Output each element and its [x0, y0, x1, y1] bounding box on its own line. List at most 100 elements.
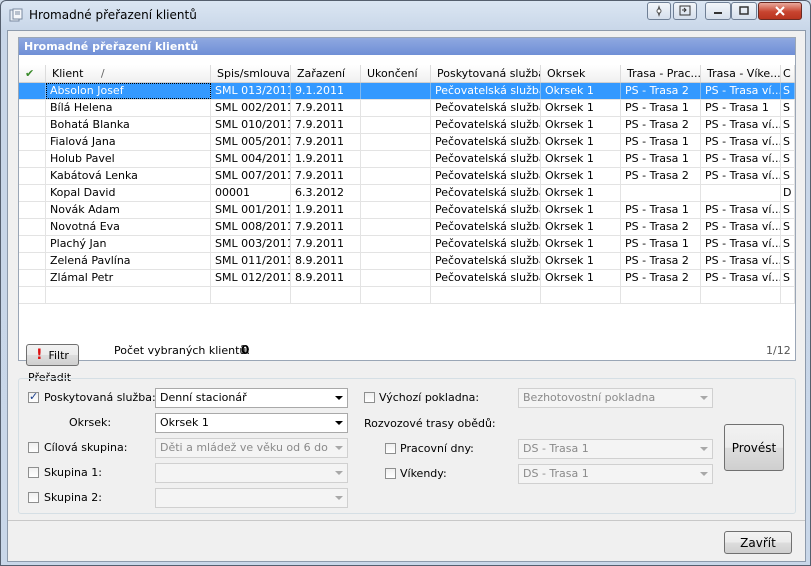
cell-spis[interactable]: SML 004/2011 — [211, 151, 291, 167]
cell-klient[interactable]: Bílá Helena — [46, 100, 211, 116]
cell-c[interactable]: S — [781, 83, 795, 99]
table-row[interactable]: Novotná Eva SML 008/2011 7.9.2011 Pečovatel… — [19, 219, 795, 236]
cell-trasa-prac[interactable]: PS - Trasa 2 — [621, 168, 701, 184]
cell-trasa-vikend[interactable]: PS - Trasa ví... — [701, 151, 781, 167]
cell-c[interactable]: S — [781, 236, 795, 252]
cell-spis[interactable]: SML 012/2011 — [211, 270, 291, 286]
cell-ukonceni[interactable] — [361, 100, 431, 116]
cell-ukonceni[interactable] — [361, 151, 431, 167]
workdays-select[interactable]: DS - Trasa 1 — [518, 439, 713, 459]
cell-okrsek[interactable]: Okrsek 1 — [541, 134, 621, 150]
cell-c[interactable]: S — [781, 270, 795, 286]
cashbox-checkbox[interactable] — [364, 392, 375, 403]
row-select-cell[interactable] — [19, 117, 46, 133]
row-select-cell[interactable] — [19, 100, 46, 116]
cell-okrsek[interactable]: Okrsek 1 — [541, 253, 621, 269]
cell-okrsek[interactable]: Okrsek 1 — [541, 202, 621, 218]
clients-grid[interactable]: ✔ Klient / Spis/smlouva Zařazení Ukončen… — [19, 65, 795, 333]
cell-zarazeni[interactable]: 8.9.2011 — [291, 270, 361, 286]
cell-okrsek[interactable]: Okrsek 1 — [541, 219, 621, 235]
table-row[interactable]: Holub Pavel SML 004/2011 1.9.2011 Pečovatel… — [19, 151, 795, 168]
weekends-checkbox[interactable] — [385, 468, 396, 479]
column-header-trasa-vikend[interactable]: Trasa - Víke... — [701, 65, 781, 82]
table-row[interactable]: Bílá Helena SML 002/2011 7.9.2011 Pečovatel… — [19, 100, 795, 117]
cell-c[interactable]: D — [781, 185, 795, 201]
cell-trasa-prac[interactable] — [621, 287, 701, 303]
district-select[interactable]: Okrsek 1 — [155, 413, 348, 433]
cell-sluzba[interactable]: Pečovatelská služba — [431, 151, 541, 167]
cell-trasa-vikend[interactable]: PS - Trasa 1 — [701, 100, 781, 116]
cell-spis[interactable]: SML 013/2011 — [211, 83, 291, 99]
row-select-cell[interactable] — [19, 185, 46, 201]
cell-trasa-prac[interactable]: PS - Trasa 1 — [621, 151, 701, 167]
column-header-sluzba[interactable]: Poskytovaná služba — [431, 65, 541, 82]
cell-spis[interactable]: SML 007/2011 — [211, 168, 291, 184]
group2-checkbox[interactable] — [28, 492, 39, 503]
cell-okrsek[interactable]: Okrsek 1 — [541, 83, 621, 99]
row-select-cell[interactable] — [19, 83, 46, 99]
cell-spis[interactable]: SML 001/2011 — [211, 202, 291, 218]
cell-trasa-vikend[interactable]: PS - Trasa ví... — [701, 202, 781, 218]
cell-ukonceni[interactable] — [361, 236, 431, 252]
column-header-klient[interactable]: Klient / — [46, 65, 211, 82]
row-select-cell[interactable] — [19, 253, 46, 269]
cell-klient[interactable]: Bohatá Blanka — [46, 117, 211, 133]
title-bar[interactable]: Hromadné přeřazení klientů — [1, 1, 810, 29]
table-row[interactable]: Kopal David 00001 6.3.2012 Pečovatelská slu… — [19, 185, 795, 202]
cell-zarazeni[interactable]: 1.9.2011 — [291, 202, 361, 218]
cell-ukonceni[interactable] — [361, 202, 431, 218]
cell-trasa-prac[interactable]: PS - Trasa 2 — [621, 117, 701, 133]
cell-c[interactable]: S — [781, 134, 795, 150]
cell-sluzba[interactable]: Pečovatelská služba — [431, 219, 541, 235]
cell-c[interactable]: S — [781, 151, 795, 167]
service-checkbox[interactable]: ✓ — [28, 390, 39, 403]
cell-okrsek[interactable] — [541, 287, 621, 303]
cell-zarazeni[interactable]: 7.9.2011 — [291, 100, 361, 116]
cell-c[interactable]: S — [781, 219, 795, 235]
row-select-cell[interactable] — [19, 287, 46, 303]
cell-ukonceni[interactable] — [361, 287, 431, 303]
cell-okrsek[interactable]: Okrsek 1 — [541, 236, 621, 252]
cell-zarazeni[interactable]: 6.3.2012 — [291, 185, 361, 201]
cell-okrsek[interactable]: Okrsek 1 — [541, 117, 621, 133]
group2-select[interactable] — [155, 488, 348, 508]
column-header-trasa-prac[interactable]: Trasa - Prac... — [621, 65, 701, 82]
cell-trasa-vikend[interactable]: PS - Trasa ví... — [701, 253, 781, 269]
target-group-select[interactable]: Děti a mládež ve věku od 6 do 26 le — [155, 438, 348, 458]
cell-sluzba[interactable]: Pečovatelská služba — [431, 236, 541, 252]
cell-trasa-prac[interactable]: PS - Trasa 1 — [621, 134, 701, 150]
row-select-cell[interactable] — [19, 202, 46, 218]
cell-klient[interactable]: Zlámal Petr — [46, 270, 211, 286]
cell-sluzba[interactable]: Pečovatelská služba — [431, 83, 541, 99]
column-header-ukonceni[interactable]: Ukončení — [361, 65, 431, 82]
cell-spis[interactable]: SML 002/2011 — [211, 100, 291, 116]
cell-c[interactable]: S — [781, 253, 795, 269]
cell-trasa-vikend[interactable]: PS - Trasa ví... — [701, 134, 781, 150]
column-header-spis[interactable]: Spis/smlouva — [211, 65, 291, 82]
workdays-checkbox[interactable] — [385, 443, 396, 454]
table-row[interactable]: Zelená Pavlína SML 011/2011 8.9.2011 Pečova… — [19, 253, 795, 270]
cell-sluzba[interactable]: Pečovatelská služba — [431, 100, 541, 116]
cell-sluzba[interactable]: Pečovatelská služba — [431, 168, 541, 184]
row-select-cell[interactable] — [19, 270, 46, 286]
cell-spis[interactable]: 00001 — [211, 185, 291, 201]
cell-trasa-prac[interactable]: PS - Trasa 2 — [621, 83, 701, 99]
cell-trasa-vikend[interactable]: PS - Trasa ví... — [701, 270, 781, 286]
cell-c[interactable]: S — [781, 117, 795, 133]
row-select-cell[interactable] — [19, 236, 46, 252]
cell-zarazeni[interactable]: 8.9.2011 — [291, 253, 361, 269]
cell-trasa-prac[interactable]: PS - Trasa 2 — [621, 253, 701, 269]
column-header-c[interactable]: C — [781, 65, 795, 82]
cell-ukonceni[interactable] — [361, 168, 431, 184]
table-row[interactable]: Kabátová Lenka SML 007/2011 7.9.2011 Pečova… — [19, 168, 795, 185]
table-row[interactable]: Fialová Jana SML 005/2011 7.9.2011 Pečovate… — [19, 134, 795, 151]
table-row[interactable]: Absolon Josef SML 013/2011 9.1.2011 Pečovat… — [19, 83, 795, 100]
cell-zarazeni[interactable]: 9.1.2011 — [291, 83, 361, 99]
minimize-button[interactable] — [705, 2, 731, 20]
maximize-button[interactable] — [731, 2, 757, 20]
row-select-cell[interactable] — [19, 151, 46, 167]
cell-zarazeni[interactable]: 7.9.2011 — [291, 219, 361, 235]
cell-trasa-prac[interactable]: PS - Trasa 1 — [621, 236, 701, 252]
cell-klient[interactable]: Absolon Josef — [46, 83, 211, 99]
cell-klient[interactable]: Novák Adam — [46, 202, 211, 218]
